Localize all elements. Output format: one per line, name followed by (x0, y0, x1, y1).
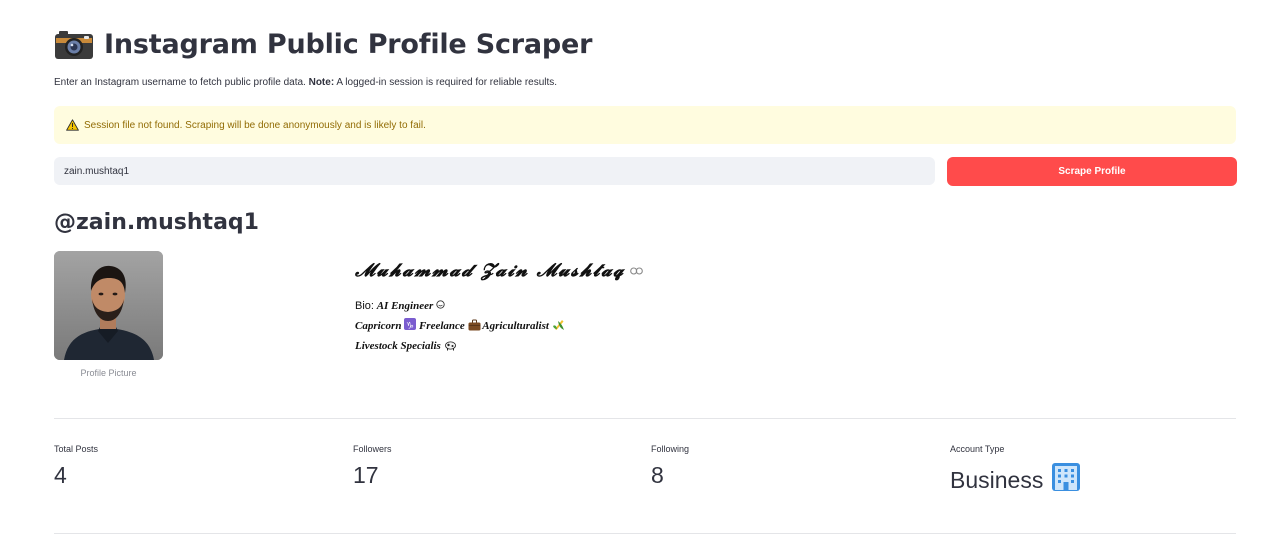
bio-agriculturalist: Agriculturalist (482, 320, 549, 332)
office-building-icon (1051, 462, 1081, 498)
intro-text: Enter an Instagram username to fetch pub… (54, 77, 557, 88)
svg-text:♑: ♑ (406, 322, 414, 332)
metric-total-posts: Total Posts 4 (54, 444, 98, 489)
scrape-profile-button[interactable]: Scrape Profile (947, 157, 1237, 186)
metric-label: Followers (353, 444, 392, 454)
metric-following: Following 8 (651, 444, 689, 489)
warning-text: Session file not found. Scraping will be… (84, 119, 426, 131)
bio-freelance: Freelance (418, 320, 465, 332)
capricorn-icon: ♑ (404, 318, 417, 332)
full-name-text: 𝓜𝓾𝓱𝓪𝓶𝓶𝓪𝓭 𝓩𝓪𝓲𝓷 𝓜𝓾𝓼𝓱𝓽𝓪𝓺 (355, 260, 625, 281)
metric-value: 8 (651, 462, 664, 488)
metric-label: Following (651, 444, 690, 454)
camera-icon (54, 28, 94, 60)
note-text: A logged-in session is required for reli… (336, 77, 558, 88)
bio-livestock: Livestock Specialis (355, 340, 441, 352)
warning-alert: Session file not found. Scraping will be… (54, 106, 1236, 144)
divider-bottom (54, 533, 1236, 534)
briefcase-icon (468, 318, 481, 331)
page-header: Instagram Public Profile Scraper (54, 24, 592, 64)
profile-picture-caption: Profile Picture (80, 368, 137, 378)
cow-icon (444, 338, 456, 351)
bio-capricorn: Capricorn (355, 320, 402, 332)
username-input[interactable]: zain.mushtaq1 (54, 157, 935, 185)
corn-icon (552, 318, 564, 330)
smile-icon (436, 300, 445, 312)
link-icon (629, 264, 643, 278)
intro-description: Enter an Instagram username to fetch pub… (54, 77, 306, 88)
divider-top (54, 418, 1236, 419)
bio-label: Bio: (355, 300, 374, 312)
metric-account-type: Account Type Business (950, 444, 1081, 498)
account-type-value: Business (950, 466, 1044, 493)
metric-label: Account Type (950, 444, 1005, 454)
metric-value: 4 (54, 462, 67, 488)
profile-picture (54, 251, 163, 360)
note-label: Note: (308, 77, 335, 88)
profile-bio: Bio: AI Engineer Capricorn ♑ Freelance A… (355, 296, 564, 356)
metric-value: 17 (353, 462, 379, 488)
page-title: Instagram Public Profile Scraper (104, 28, 593, 60)
warning-icon (66, 116, 79, 135)
metric-value-row: Business (950, 462, 1081, 498)
metric-followers: Followers 17 (353, 444, 392, 489)
bio-ai-engineer: AI Engineer (376, 300, 434, 312)
profile-handle: @zain.mushtaq1 (54, 210, 259, 235)
metric-label: Total Posts (54, 444, 99, 454)
profile-full-name: 𝓜𝓾𝓱𝓪𝓶𝓶𝓪𝓭 𝓩𝓪𝓲𝓷 𝓜𝓾𝓼𝓱𝓽𝓪𝓺 (355, 260, 643, 281)
